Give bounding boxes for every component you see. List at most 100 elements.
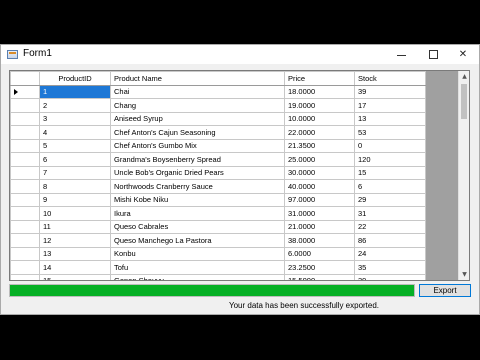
- column-header-productid[interactable]: ProductID: [39, 71, 111, 86]
- cell-productid[interactable]: 15: [39, 273, 111, 280]
- cell-productid[interactable]: 2: [39, 98, 111, 113]
- cell-stock[interactable]: 120: [354, 152, 426, 167]
- cell-price[interactable]: 22.0000: [284, 125, 355, 140]
- cell-product-name[interactable]: Konbu: [110, 246, 285, 261]
- cell-productid[interactable]: 13: [39, 246, 111, 261]
- table-row[interactable]: 13 Konbu 6.0000 24: [10, 246, 426, 261]
- cell-productid[interactable]: 10: [39, 206, 111, 221]
- cell-price[interactable]: 6.0000: [284, 246, 355, 261]
- cell-product-name[interactable]: Queso Manchego La Pastora: [110, 233, 285, 248]
- cell-product-name[interactable]: Mishi Kobe Niku: [110, 192, 285, 207]
- cell-stock[interactable]: 15: [354, 165, 426, 180]
- table-row[interactable]: 15 Genen Shouyu 15.5000 39: [10, 273, 426, 280]
- row-header[interactable]: [10, 84, 40, 99]
- cell-product-name[interactable]: Tofu: [110, 260, 285, 275]
- close-button[interactable]: ✕: [447, 45, 479, 64]
- cell-price[interactable]: 23.2500: [284, 260, 355, 275]
- cell-stock[interactable]: 35: [354, 260, 426, 275]
- table-row[interactable]: 12 Queso Manchego La Pastora 38.0000 86: [10, 233, 426, 248]
- cell-stock[interactable]: 13: [354, 111, 426, 126]
- maximize-button[interactable]: [417, 45, 449, 64]
- cell-productid[interactable]: 9: [39, 192, 111, 207]
- cell-productid[interactable]: 4: [39, 125, 111, 140]
- cell-product-name[interactable]: Ikura: [110, 206, 285, 221]
- cell-product-name[interactable]: Northwoods Cranberry Sauce: [110, 179, 285, 194]
- table-row[interactable]: 9 Mishi Kobe Niku 97.0000 29: [10, 192, 426, 207]
- row-header[interactable]: [10, 138, 40, 153]
- vertical-scrollbar[interactable]: ▲ ▼: [458, 71, 469, 280]
- cell-stock[interactable]: 22: [354, 219, 426, 234]
- cell-product-name[interactable]: Chef Anton's Cajun Seasoning: [110, 125, 285, 140]
- cell-stock[interactable]: 31: [354, 206, 426, 221]
- cell-price[interactable]: 19.0000: [284, 98, 355, 113]
- table-row[interactable]: 10 Ikura 31.0000 31: [10, 206, 426, 221]
- cell-productid[interactable]: 12: [39, 233, 111, 248]
- table-row[interactable]: 2 Chang 19.0000 17: [10, 98, 426, 113]
- table-row[interactable]: 3 Aniseed Syrup 10.0000 13: [10, 111, 426, 126]
- row-header[interactable]: [10, 192, 40, 207]
- cell-productid[interactable]: 7: [39, 165, 111, 180]
- cell-price[interactable]: 97.0000: [284, 192, 355, 207]
- cell-price[interactable]: 18.0000: [284, 84, 355, 99]
- minimize-button[interactable]: [385, 45, 417, 64]
- cell-product-name[interactable]: Chef Anton's Gumbo Mix: [110, 138, 285, 153]
- table-row[interactable]: 5 Chef Anton's Gumbo Mix 21.3500 0: [10, 138, 426, 153]
- row-header[interactable]: [10, 246, 40, 261]
- cell-stock[interactable]: 0: [354, 138, 426, 153]
- row-header[interactable]: [10, 206, 40, 221]
- cell-product-name[interactable]: Uncle Bob's Organic Dried Pears: [110, 165, 285, 180]
- cell-price[interactable]: 30.0000: [284, 165, 355, 180]
- cell-productid[interactable]: 6: [39, 152, 111, 167]
- cell-stock[interactable]: 86: [354, 233, 426, 248]
- cell-product-name[interactable]: Chang: [110, 98, 285, 113]
- row-header[interactable]: [10, 233, 40, 248]
- cell-product-name[interactable]: Grandma's Boysenberry Spread: [110, 152, 285, 167]
- row-header[interactable]: [10, 165, 40, 180]
- table-row[interactable]: 1 Chai 18.0000 39: [10, 84, 426, 99]
- corner-header[interactable]: [10, 71, 40, 86]
- row-header[interactable]: [10, 125, 40, 140]
- data-grid[interactable]: ProductID Product Name Price Stock 1 Chai…: [9, 70, 470, 281]
- cell-productid[interactable]: 1: [39, 84, 111, 99]
- cell-stock[interactable]: 17: [354, 98, 426, 113]
- table-row[interactable]: 11 Queso Cabrales 21.0000 22: [10, 219, 426, 234]
- cell-price[interactable]: 21.3500: [284, 138, 355, 153]
- cell-product-name[interactable]: Genen Shouyu: [110, 273, 285, 280]
- column-header-price[interactable]: Price: [284, 71, 355, 86]
- cell-stock[interactable]: 39: [354, 84, 426, 99]
- cell-productid[interactable]: 11: [39, 219, 111, 234]
- row-header[interactable]: [10, 260, 40, 275]
- row-header[interactable]: [10, 179, 40, 194]
- scroll-up-icon[interactable]: ▲: [459, 71, 469, 82]
- column-header-product-name[interactable]: Product Name: [110, 71, 285, 86]
- column-header-stock[interactable]: Stock: [354, 71, 426, 86]
- table-row[interactable]: 14 Tofu 23.2500 35: [10, 260, 426, 275]
- row-header[interactable]: [10, 273, 40, 280]
- cell-productid[interactable]: 8: [39, 179, 111, 194]
- cell-productid[interactable]: 5: [39, 138, 111, 153]
- row-header[interactable]: [10, 111, 40, 126]
- cell-stock[interactable]: 6: [354, 179, 426, 194]
- table-row[interactable]: 6 Grandma's Boysenberry Spread 25.0000 120: [10, 152, 426, 167]
- table-row[interactable]: 8 Northwoods Cranberry Sauce 40.0000 6: [10, 179, 426, 194]
- table-row[interactable]: 7 Uncle Bob's Organic Dried Pears 30.0000 1…: [10, 165, 426, 180]
- cell-stock[interactable]: 24: [354, 246, 426, 261]
- cell-stock[interactable]: 39: [354, 273, 426, 280]
- cell-price[interactable]: 40.0000: [284, 179, 355, 194]
- cell-price[interactable]: 31.0000: [284, 206, 355, 221]
- row-header[interactable]: [10, 98, 40, 113]
- cell-price[interactable]: 21.0000: [284, 219, 355, 234]
- cell-product-name[interactable]: Chai: [110, 84, 285, 99]
- cell-product-name[interactable]: Aniseed Syrup: [110, 111, 285, 126]
- cell-price[interactable]: 25.0000: [284, 152, 355, 167]
- row-header[interactable]: [10, 219, 40, 234]
- cell-stock[interactable]: 29: [354, 192, 426, 207]
- table-row[interactable]: 4 Chef Anton's Cajun Seasoning 22.0000 53: [10, 125, 426, 140]
- cell-price[interactable]: 15.5000: [284, 273, 355, 280]
- scroll-thumb[interactable]: [461, 84, 467, 119]
- row-header[interactable]: [10, 152, 40, 167]
- cell-price[interactable]: 38.0000: [284, 233, 355, 248]
- scroll-down-icon[interactable]: ▼: [459, 269, 469, 280]
- cell-price[interactable]: 10.0000: [284, 111, 355, 126]
- cell-productid[interactable]: 3: [39, 111, 111, 126]
